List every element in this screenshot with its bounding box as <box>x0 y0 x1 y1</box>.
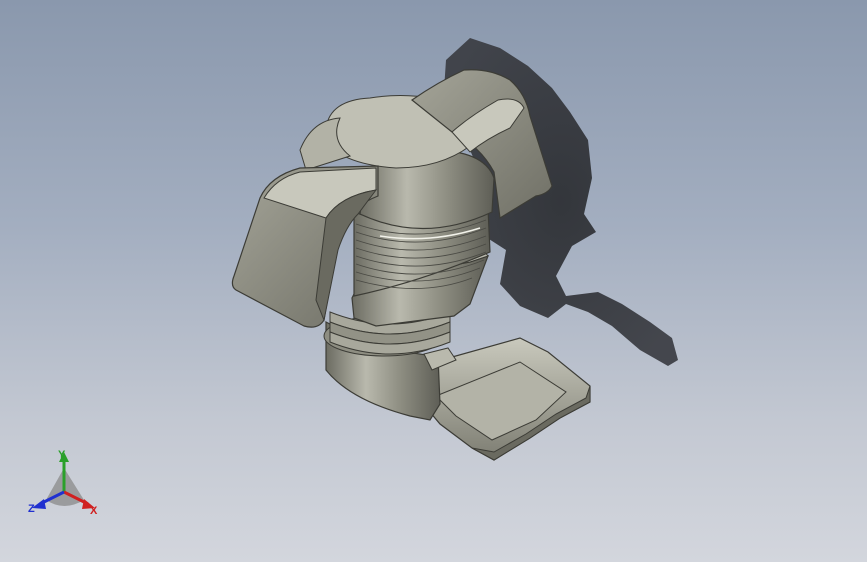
cam-lock-3d-model[interactable] <box>0 0 867 562</box>
triad-z-label: Z <box>28 503 35 515</box>
graphics-viewport[interactable]: Y X Z <box>0 0 867 562</box>
triad-y-label: Y <box>58 449 66 461</box>
triad-x-label: X <box>90 505 98 517</box>
